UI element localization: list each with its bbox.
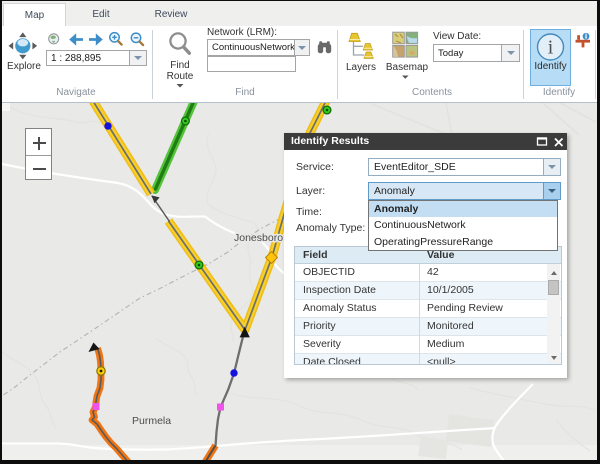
svg-text:Purmela: Purmela bbox=[132, 415, 171, 427]
svg-text:i: i bbox=[548, 37, 554, 59]
svg-text:Jonesboro: Jonesboro bbox=[234, 232, 283, 244]
